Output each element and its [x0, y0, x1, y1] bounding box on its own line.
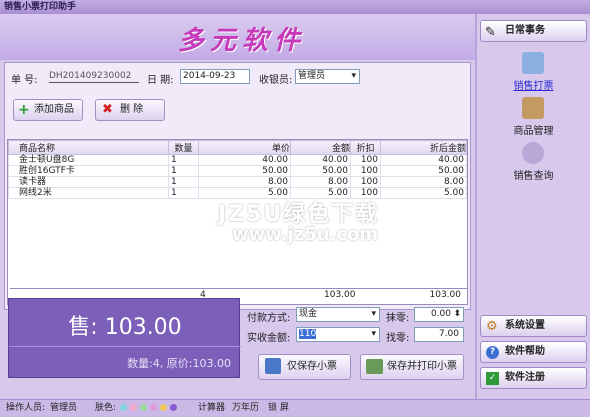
sale-summary: 数量:4, 原价:103.00 — [127, 357, 231, 370]
settings-label: 系统设置 — [505, 320, 545, 331]
status-bar: 操作人员: 管理员 肤色: 计算器 万年历 锁 屏 — [0, 399, 590, 417]
register-check-icon: ✓ — [486, 372, 499, 385]
table-row[interactable]: 金士顿U盘8G 1 40.00 40.00 100 40.00 — [8, 154, 467, 166]
save-print-button[interactable]: 保存并打印小票 — [360, 354, 464, 380]
lock-screen-link[interactable]: 锁 屏 — [268, 400, 289, 417]
save-label: 仅保存小票 — [287, 361, 337, 372]
round-label: 抹零: — [386, 313, 410, 324]
calculator-link[interactable]: 计算器 — [198, 400, 225, 417]
skin-label: 肤色: — [95, 403, 117, 413]
pay-method-select[interactable]: 现金 ▾ — [296, 307, 380, 322]
sales-panel: 单 号: DH201409230002 日 期: 2014-09-23 收银员:… — [4, 62, 471, 310]
register-button[interactable]: ✓ 软件注册 — [480, 367, 587, 389]
change-value: 7.00 — [414, 327, 464, 342]
calendar-link[interactable]: 万年历 — [232, 400, 259, 417]
order-label: 单 号: — [11, 75, 38, 86]
window-title: 销售小票打印助手 — [0, 0, 590, 14]
skin-yellow-icon[interactable] — [160, 404, 167, 411]
delete-x-icon: ✖ — [102, 102, 113, 117]
order-number: DH201409230002 — [49, 69, 139, 83]
sidebar-header-label: 日常事务 — [505, 25, 545, 36]
plus-icon: + — [18, 102, 30, 118]
brand-logo: 多元软件 — [178, 26, 307, 56]
chevron-down-icon: ▾ — [351, 71, 356, 81]
received-label: 实收金额: — [247, 333, 291, 344]
help-button[interactable]: ? 软件帮助 — [480, 341, 587, 363]
notebook-icon: ✎ — [485, 25, 496, 40]
pay-method-label: 付款方式: — [247, 313, 291, 324]
search-disc-icon[interactable] — [522, 142, 544, 164]
change-label: 找零: — [386, 333, 410, 344]
product-box-icon[interactable] — [522, 97, 544, 119]
sale-total: 售: 103.00 — [68, 315, 182, 340]
table-row[interactable]: 读卡器 1 8.00 8.00 100 8.00 — [8, 176, 467, 188]
printer-icon — [366, 359, 383, 374]
sidebar-item-products[interactable]: 商品管理 — [477, 122, 590, 137]
banner: 多元软件 — [0, 14, 475, 60]
skin-green-icon[interactable] — [140, 404, 147, 411]
add-item-button[interactable]: + 添加商品 — [13, 99, 83, 121]
date-value: 2014-09-23 — [183, 71, 236, 81]
chevron-down-icon: ▾ — [371, 329, 376, 339]
received-value: 110 — [299, 329, 317, 339]
pay-method-value: 现金 — [299, 309, 318, 319]
operator-name: 管理员 — [50, 403, 78, 413]
skin-purple-icon[interactable] — [170, 404, 177, 411]
col-price: 单价 — [198, 140, 291, 155]
date-label: 日 期: — [147, 75, 174, 86]
table-row[interactable]: 胜创16GTF卡 1 50.00 50.00 100 50.00 — [8, 165, 467, 177]
round-input[interactable]: 0.00 ⬍ — [414, 307, 464, 322]
skin-cyan-icon[interactable] — [120, 404, 127, 411]
help-icon: ? — [486, 346, 499, 359]
col-discount: 折扣 — [350, 140, 381, 155]
delete-label: 删 除 — [120, 104, 144, 115]
delete-button[interactable]: ✖ 删 除 — [95, 99, 165, 121]
round-value: 0.00 — [430, 309, 451, 319]
cashier-label: 收银员: — [259, 75, 293, 86]
settings-button[interactable]: ⚙ 系统设置 — [480, 315, 587, 337]
save-print-label: 保存并打印小票 — [387, 361, 457, 372]
sidebar-item-sales[interactable]: 销售打票 — [477, 77, 590, 92]
skin-pink-icon[interactable] — [130, 404, 137, 411]
chevron-down-icon: ▾ — [371, 309, 376, 319]
sidebar: ✎ 日常事务 销售打票 商品管理 销售查询 ⚙ 系统设置 ? 软件帮助 ✓ 软件注册 — [477, 14, 590, 399]
save-icon — [265, 358, 281, 374]
register-label: 软件注册 — [505, 372, 545, 383]
sidebar-header[interactable]: ✎ 日常事务 — [480, 20, 587, 42]
operator-label: 操作人员: — [6, 403, 46, 413]
total-after: 103.00 — [429, 290, 462, 300]
gear-icon: ⚙ — [486, 319, 498, 334]
save-button[interactable]: 仅保存小票 — [258, 354, 351, 380]
watermark-line2: www.jz5u.com — [232, 224, 379, 245]
sale-total-panel: 售: 103.00 数量:4, 原价:103.00 — [8, 298, 241, 378]
sales-receipt-icon[interactable] — [522, 52, 544, 74]
total-amount: 103.00 — [324, 290, 356, 300]
received-input[interactable]: 110 ▾ — [296, 327, 380, 342]
cashier-select[interactable]: 管理员 ▾ — [295, 69, 360, 84]
col-amount: 金额 — [290, 140, 351, 155]
skin-magenta-icon[interactable] — [150, 404, 157, 411]
date-field[interactable]: 2014-09-23 — [180, 69, 250, 84]
sidebar-item-query[interactable]: 销售查询 — [477, 167, 590, 182]
stepper-icon: ⬍ — [453, 309, 461, 319]
cashier-value: 管理员 — [298, 71, 326, 81]
help-label: 软件帮助 — [505, 346, 545, 357]
col-name: 商品名称 — [8, 140, 169, 155]
skin-swatches[interactable] — [120, 400, 180, 417]
col-after: 折后金额 — [380, 140, 467, 155]
col-qty: 数量 — [168, 140, 199, 155]
add-item-label: 添加商品 — [34, 104, 74, 115]
